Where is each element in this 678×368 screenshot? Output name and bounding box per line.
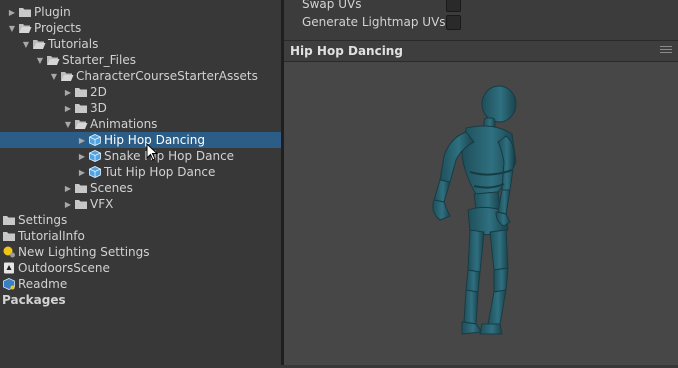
project-tree-item-label: Projects: [34, 21, 82, 35]
expanded-arrow-icon[interactable]: ▼: [48, 68, 60, 84]
expanded-arrow-icon[interactable]: ▼: [6, 20, 18, 36]
project-tree-item-label: 3D: [90, 101, 107, 115]
project-tree-item[interactable]: ▶ 2D: [0, 84, 281, 100]
project-tree-item[interactable]: ▼ Tutorials: [0, 36, 281, 52]
mouse-pointer-icon: [146, 143, 158, 161]
project-tree-item[interactable]: ▶ VFX: [0, 196, 281, 212]
folder-icon: [74, 182, 90, 194]
expanded-arrow-icon[interactable]: ▼: [34, 52, 46, 68]
folder-open-icon: [32, 38, 48, 50]
preview-title: Hip Hop Dancing: [290, 44, 403, 58]
project-tree-item[interactable]: ▶ Snake Hip Hop Dance: [0, 148, 281, 164]
project-tree-item[interactable]: ▶ Plugin: [0, 4, 281, 20]
preview-header[interactable]: Hip Hop Dancing: [284, 40, 678, 62]
model-prefab-icon: [88, 166, 104, 178]
model-preview-area[interactable]: [284, 62, 678, 365]
folder-icon: [74, 86, 90, 98]
project-tree-item[interactable]: Settings: [0, 212, 281, 228]
project-tree-item-label: Scenes: [90, 181, 133, 195]
project-tree-item-label: CharacterCourseStarterAssets: [76, 69, 258, 83]
project-tree-item-label: Settings: [18, 213, 68, 227]
swap-uvs-row: Swap UVs: [284, 0, 678, 13]
folder-open-icon: [60, 70, 76, 82]
drag-handle-icon[interactable]: [660, 46, 672, 54]
collapsed-arrow-icon[interactable]: ▶: [62, 180, 74, 196]
generate-lightmap-uvs-checkbox[interactable]: [446, 14, 461, 30]
scene-icon: [2, 262, 18, 274]
project-tree-item[interactable]: OutdoorsScene: [0, 260, 281, 276]
model-prefab-icon: [88, 134, 104, 146]
expanded-arrow-icon[interactable]: ▼: [20, 36, 32, 52]
readme-icon: [2, 278, 18, 290]
project-tree-item[interactable]: Packages: [0, 292, 281, 308]
collapsed-arrow-icon[interactable]: ▶: [6, 4, 18, 20]
collapsed-arrow-icon[interactable]: ▶: [62, 84, 74, 100]
swap-uvs-label: Swap UVs: [302, 0, 362, 11]
collapsed-arrow-icon[interactable]: ▶: [62, 196, 74, 212]
project-tree-item[interactable]: ▼ Projects: [0, 20, 281, 36]
project-tree-item[interactable]: ▶ Hip Hop Dancing: [0, 132, 281, 148]
folder-icon: [18, 6, 34, 18]
folder-open-icon: [46, 54, 62, 66]
project-tree-item-label: 2D: [90, 85, 107, 99]
project-tree-item[interactable]: ▶ 3D: [0, 100, 281, 116]
project-tree-item[interactable]: TutorialInfo: [0, 228, 281, 244]
project-tree-item-label: Readme: [18, 277, 68, 291]
project-tree-item-label: OutdoorsScene: [18, 261, 110, 275]
project-tree-item-label: New Lighting Settings: [18, 245, 150, 259]
project-tree-item-label: Plugin: [34, 5, 71, 19]
project-tree-item[interactable]: ▶ Tut Hip Hop Dance: [0, 164, 281, 180]
project-tree-panel: ▶ Plugin ▼ Projects ▼ Tutorials ▼ Starter_Files…: [0, 0, 281, 365]
folder-icon: [2, 214, 18, 226]
project-tree-item[interactable]: Readme: [0, 276, 281, 292]
project-tree-item-label: TutorialInfo: [18, 229, 85, 243]
collapsed-arrow-icon[interactable]: ▶: [76, 132, 88, 148]
project-tree-item-label: Starter_Files: [62, 53, 136, 67]
project-tree-item[interactable]: ▼ CharacterCourseStarterAssets: [0, 68, 281, 84]
folder-icon: [74, 102, 90, 114]
folder-icon: [2, 230, 18, 242]
folder-open-icon: [74, 118, 90, 130]
lighting-settings-icon: [2, 246, 18, 258]
project-tree-item-label: VFX: [90, 197, 114, 211]
project-tree-item[interactable]: New Lighting Settings: [0, 244, 281, 260]
project-tree-item[interactable]: ▼ Animations: [0, 116, 281, 132]
project-tree-item-label: Tutorials: [48, 37, 99, 51]
generate-lightmap-uvs-label: Generate Lightmap UVs: [302, 15, 446, 29]
folder-icon: [74, 198, 90, 210]
project-tree-item-label: Packages: [2, 293, 66, 307]
project-tree-item-label: Tut Hip Hop Dance: [104, 165, 216, 179]
generate-lightmap-uvs-row: Generate Lightmap UVs: [284, 13, 678, 31]
expanded-arrow-icon[interactable]: ▼: [62, 116, 74, 132]
project-tree-item[interactable]: ▶ Scenes: [0, 180, 281, 196]
collapsed-arrow-icon[interactable]: ▶: [76, 148, 88, 164]
collapsed-arrow-icon[interactable]: ▶: [76, 164, 88, 180]
project-tree-item-label: Animations: [90, 117, 158, 131]
project-tree-item-label: Snake Hip Hop Dance: [104, 149, 235, 163]
humanoid-model-preview[interactable]: [284, 62, 678, 365]
folder-open-icon: [18, 22, 34, 34]
inspector-panel: Swap UVs Generate Lightmap UVs Hip Hop D…: [284, 0, 678, 365]
collapsed-arrow-icon[interactable]: ▶: [62, 100, 74, 116]
project-tree-item[interactable]: ▼ Starter_Files: [0, 52, 281, 68]
model-prefab-icon: [88, 150, 104, 162]
swap-uvs-checkbox[interactable]: [446, 0, 461, 12]
